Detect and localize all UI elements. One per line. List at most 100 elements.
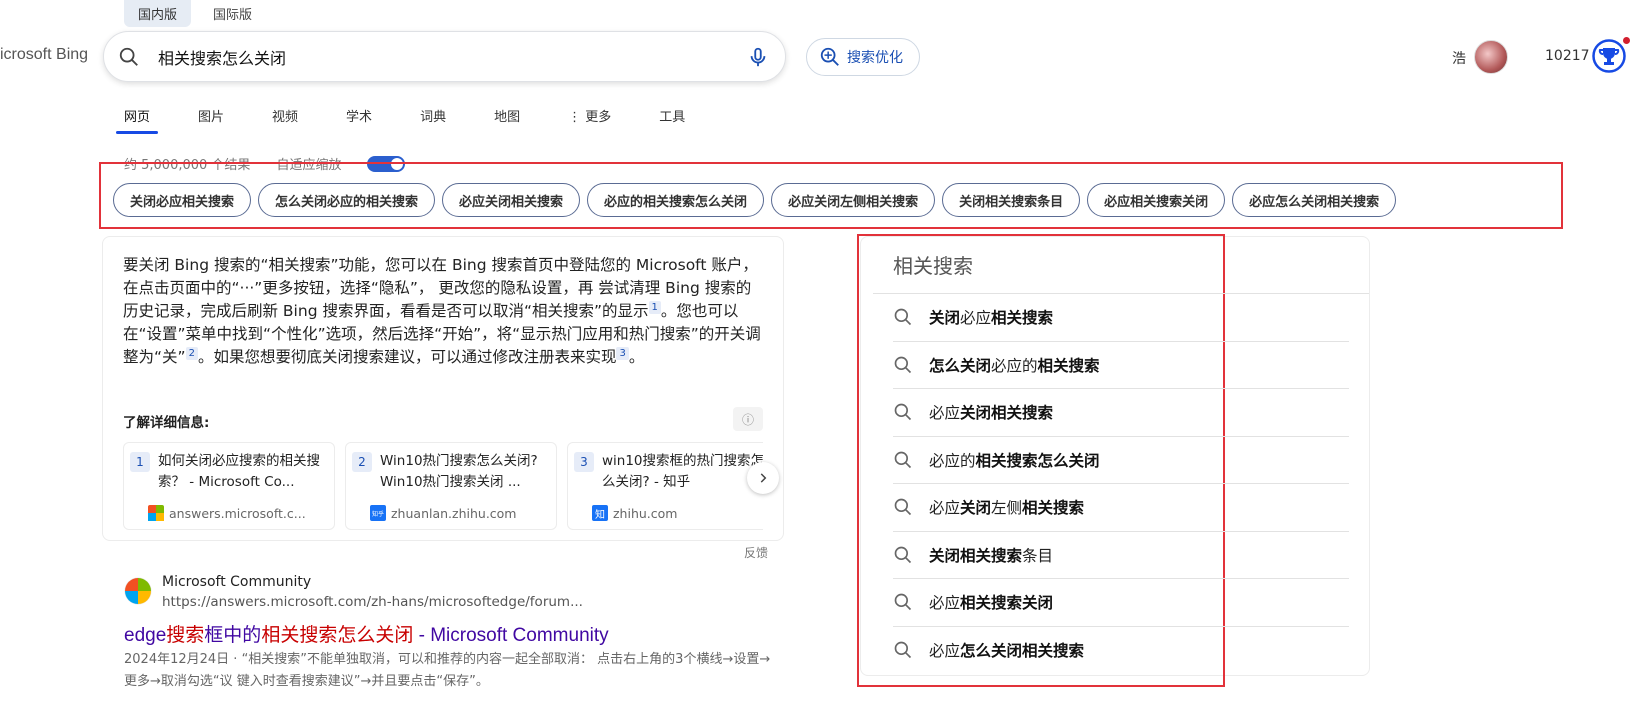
related-chip[interactable]: 必应关闭相关搜索 bbox=[442, 183, 581, 217]
bing-logo[interactable]: icrosoft Bing bbox=[0, 46, 88, 64]
related-search-item[interactable]: 必应的相关搜索怎么关闭 bbox=[893, 437, 1349, 484]
avatar[interactable] bbox=[1474, 40, 1508, 74]
related-chip[interactable]: 必应关闭左侧相关搜索 bbox=[771, 183, 936, 217]
search-icon bbox=[894, 403, 912, 421]
related-chip[interactable]: 关闭相关搜索条目 bbox=[942, 183, 1081, 217]
citation-link[interactable]: 2 bbox=[185, 346, 198, 360]
answer-text: 要关闭 Bing 搜索的“相关搜索”功能，您可以在 Bing 搜索首页中登陆您的… bbox=[123, 254, 763, 369]
search-optimize-button[interactable]: 搜索优化 bbox=[806, 38, 920, 76]
source-domain-text: zhihu.com bbox=[613, 505, 678, 521]
source-domain: answers.microsoft.c... bbox=[148, 505, 306, 521]
related-search-item[interactable]: 关闭必应相关搜索 bbox=[893, 294, 1349, 342]
source-domain: 知乎 zhuanlan.zhihu.com bbox=[370, 505, 517, 521]
related-chips: 关闭必应相关搜索 怎么关闭必应的相关搜索 必应关闭相关搜索 必应的相关搜索怎么关… bbox=[113, 183, 1397, 217]
related-search-item[interactable]: 必应关闭相关搜索 bbox=[893, 389, 1349, 437]
rewards-trophy-icon[interactable] bbox=[1592, 39, 1626, 73]
source-card[interactable]: 1 如何关闭必应搜索的相关搜索？ - Microsoft Co... answe… bbox=[123, 442, 335, 530]
related-search-item[interactable]: 必应怎么关闭相关搜索 bbox=[893, 627, 1349, 675]
result-title-part: - Microsoft Community bbox=[413, 625, 609, 646]
zhihu-logo-icon: 知乎 bbox=[370, 505, 386, 521]
citation-link[interactable]: 1 bbox=[648, 300, 661, 314]
related-chip[interactable]: 关闭必应相关搜索 bbox=[113, 183, 252, 217]
related-searches-list: 关闭必应相关搜索 怎么关闭必应的相关搜索 必应关闭相关搜索 必应的相关搜索怎么关闭 必应… bbox=[893, 294, 1349, 674]
tab-videos[interactable]: 视频 bbox=[264, 96, 306, 134]
related-chip[interactable]: 怎么关闭必应的相关搜索 bbox=[258, 183, 436, 217]
source-cards: 1 如何关闭必应搜索的相关搜索？ - Microsoft Co... answe… bbox=[123, 442, 763, 530]
related-search-label: 关闭相关搜索条目 bbox=[929, 546, 1054, 565]
source-card[interactable]: 2 Win10热门搜索怎么关闭?Win10热门搜索关闭 ... 知乎 zhuanl… bbox=[345, 442, 557, 530]
chevron-right-icon bbox=[760, 473, 767, 483]
related-searches-title: 相关搜索 bbox=[893, 254, 973, 278]
tab-more[interactable]: ⋮ 更多 bbox=[560, 96, 619, 134]
tab-images[interactable]: 图片 bbox=[190, 96, 232, 134]
citation-link[interactable]: 3 bbox=[616, 346, 629, 360]
microsoft-logo-icon bbox=[124, 577, 152, 605]
answer-paragraph: 。如果您想要彻底关闭搜索建议，可以通过修改注册表来实现 bbox=[197, 348, 617, 366]
result-title-part: edge bbox=[124, 625, 167, 646]
result-snippet: 2024年12月24日 · “相关搜索”不能单独取消，可以和推荐的内容一起全部取… bbox=[124, 652, 771, 689]
related-search-label: 必应怎么关闭相关搜索 bbox=[929, 642, 1085, 661]
region-tabs: 国内版 国际版 bbox=[124, 0, 266, 27]
source-domain-text: answers.microsoft.c... bbox=[169, 505, 306, 521]
related-search-item[interactable]: 必应相关搜索关闭 bbox=[893, 579, 1349, 627]
search-icon[interactable] bbox=[118, 46, 140, 68]
search-input[interactable] bbox=[158, 44, 718, 70]
search-icon bbox=[894, 546, 912, 563]
result-url[interactable]: https://answers.microsoft.com/zh-hans/mi… bbox=[162, 594, 583, 610]
related-search-label: 必应的相关搜索怎么关闭 bbox=[929, 451, 1100, 470]
rewards-points[interactable]: 10217 bbox=[1545, 48, 1590, 64]
result-title-match: 相关搜索怎么关闭 bbox=[261, 625, 414, 646]
learn-more-heading: 了解详细信息: bbox=[123, 415, 210, 431]
source-number: 3 bbox=[574, 452, 594, 472]
answer-card: 要关闭 Bing 搜索的“相关搜索”功能，您可以在 Bing 搜索首页中登陆您的… bbox=[102, 236, 784, 541]
search-icon bbox=[894, 451, 912, 468]
source-domain-text: zhuanlan.zhihu.com bbox=[391, 505, 517, 521]
related-search-label: 关闭必应相关搜索 bbox=[929, 309, 1054, 328]
info-icon[interactable]: ⓘ bbox=[733, 407, 763, 431]
source-number: 1 bbox=[130, 452, 150, 472]
search-icon bbox=[894, 498, 912, 516]
related-chip[interactable]: 必应相关搜索关闭 bbox=[1087, 183, 1226, 217]
region-tab-domestic[interactable]: 国内版 bbox=[124, 0, 192, 27]
related-chip[interactable]: 必应的相关搜索怎么关闭 bbox=[587, 183, 765, 217]
carousel-next-button[interactable] bbox=[747, 462, 779, 494]
search-icon bbox=[894, 641, 912, 659]
microsoft-logo-icon bbox=[148, 505, 164, 521]
tab-tools[interactable]: 工具 bbox=[651, 96, 693, 134]
microphone-icon[interactable] bbox=[747, 45, 769, 69]
source-title[interactable]: 如何关闭必应搜索的相关搜索？ - Microsoft Co... bbox=[158, 451, 326, 495]
region-tab-international[interactable]: 国际版 bbox=[199, 0, 266, 27]
source-title[interactable]: Win10热门搜索怎么关闭?Win10热门搜索关闭 ... bbox=[380, 451, 548, 495]
tab-web[interactable]: 网页 bbox=[116, 96, 159, 134]
result-title[interactable]: edge搜索框中的相关搜索怎么关闭 - Microsoft Community bbox=[124, 620, 609, 647]
related-search-label: 必应关闭相关搜索 bbox=[929, 404, 1054, 423]
result-site-name[interactable]: Microsoft Community bbox=[162, 574, 311, 590]
search-icon bbox=[894, 356, 912, 373]
answer-paragraph: 。 bbox=[628, 348, 645, 366]
tab-academic[interactable]: 学术 bbox=[338, 96, 380, 134]
result-title-part: 框中的 bbox=[204, 625, 262, 646]
result-title-match: 搜索 bbox=[166, 625, 205, 646]
related-search-label: 必应相关搜索关闭 bbox=[929, 594, 1054, 613]
search-box bbox=[103, 31, 786, 82]
feedback-link[interactable]: 反馈 bbox=[744, 544, 768, 561]
source-card[interactable]: 3 win10搜索框的热门搜索怎么关闭? - 知乎 知 zhihu.com bbox=[567, 442, 763, 530]
source-domain: 知 zhihu.com bbox=[592, 505, 677, 521]
source-number: 2 bbox=[352, 452, 372, 472]
related-search-label: 怎么关闭必应的相关搜索 bbox=[929, 356, 1100, 375]
search-icon bbox=[894, 593, 912, 611]
notification-dot bbox=[1623, 37, 1630, 44]
zhihu-logo-icon: 知 bbox=[592, 505, 608, 521]
tab-dictionary[interactable]: 词典 bbox=[412, 96, 454, 134]
related-chip[interactable]: 必应怎么关闭相关搜索 bbox=[1232, 183, 1397, 217]
search-icon bbox=[894, 308, 912, 326]
user-name[interactable]: 浩 bbox=[1452, 48, 1466, 68]
related-search-item[interactable]: 关闭相关搜索条目 bbox=[893, 532, 1349, 579]
sparkle-search-icon bbox=[820, 47, 839, 66]
related-search-item[interactable]: 怎么关闭必应的相关搜索 bbox=[893, 342, 1349, 389]
tab-maps[interactable]: 地图 bbox=[486, 96, 528, 134]
nav-tabs: 网页 图片 视频 学术 词典 地图 ⋮ 更多 工具 bbox=[116, 96, 725, 134]
search-optimize-label: 搜索优化 bbox=[847, 50, 903, 66]
source-title[interactable]: win10搜索框的热门搜索怎么关闭? - 知乎 bbox=[602, 451, 763, 495]
related-search-item[interactable]: 必应关闭左侧相关搜索 bbox=[893, 484, 1349, 532]
